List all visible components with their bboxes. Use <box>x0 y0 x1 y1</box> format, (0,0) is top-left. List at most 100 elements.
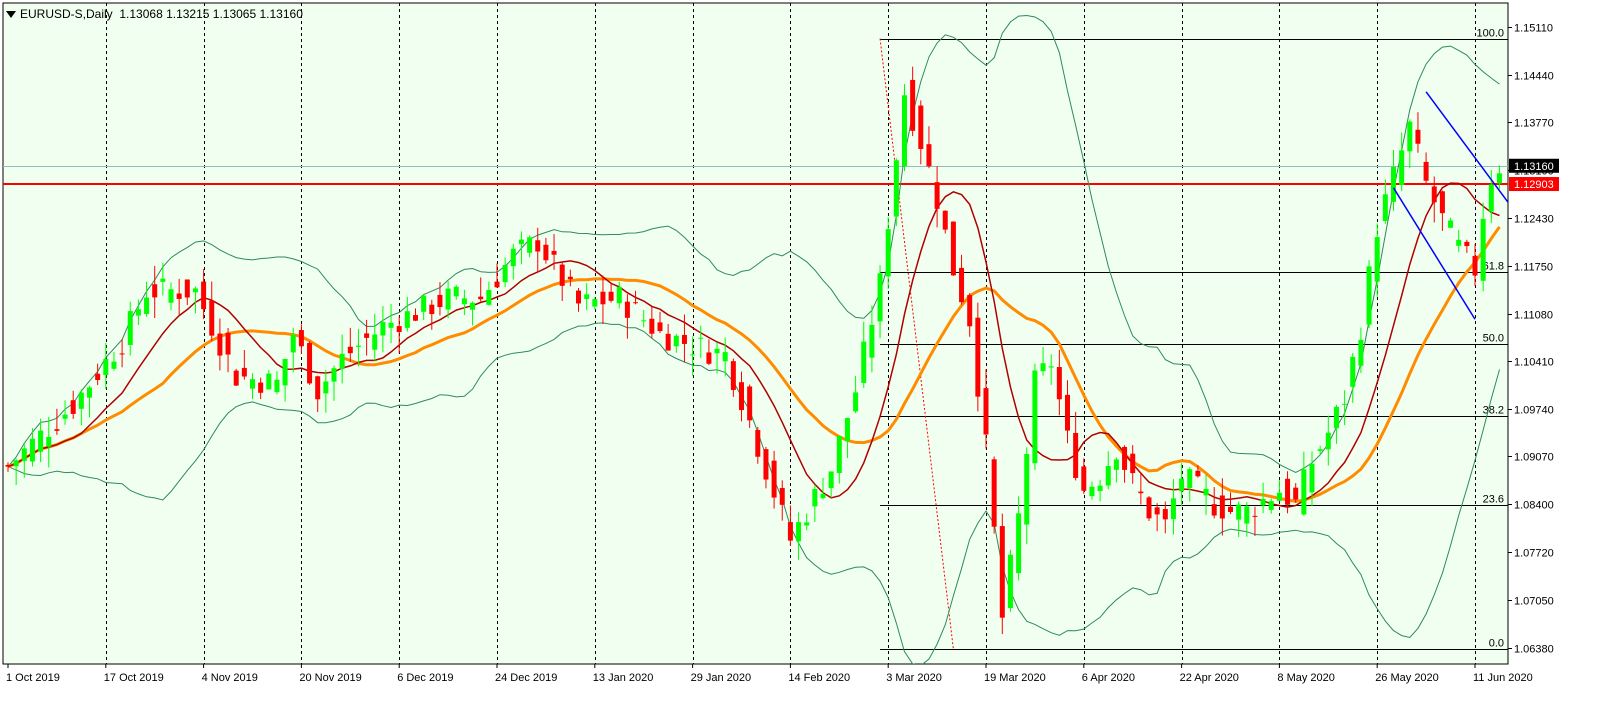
candle-body <box>763 449 769 480</box>
candle-body <box>486 290 492 305</box>
x-tick-label-12: 22 Apr 2020 <box>1180 672 1239 684</box>
candle-body <box>1431 186 1437 203</box>
candle-body <box>1252 515 1258 517</box>
candle-body <box>910 79 916 131</box>
candle-body <box>991 459 997 527</box>
candle-body <box>1333 406 1339 429</box>
last-price-tag: 1.13160 <box>1509 158 1559 173</box>
candle-body <box>429 304 435 315</box>
y-tick-label-1: 1.14440 <box>1514 71 1554 83</box>
candle-body <box>290 334 296 353</box>
candle-body <box>1219 495 1225 519</box>
candle-121 <box>991 456 997 534</box>
candle-28 <box>233 368 239 387</box>
candle-body <box>1113 459 1119 470</box>
candle-body <box>1203 488 1209 496</box>
candle-body <box>380 322 386 336</box>
candle-body <box>616 286 622 304</box>
candle-body <box>1081 466 1087 491</box>
candle-body <box>233 370 239 386</box>
candle-body <box>315 376 321 400</box>
candle-body <box>282 359 288 386</box>
candle-body <box>364 333 370 338</box>
candle-body <box>135 309 141 316</box>
candle-body <box>1350 356 1356 387</box>
candle-body <box>714 348 720 354</box>
candle-body <box>527 237 533 253</box>
candle-body <box>347 346 353 354</box>
candle-body <box>1480 218 1486 281</box>
candle-body <box>999 526 1005 618</box>
candle-body <box>445 288 451 310</box>
candle-body <box>983 388 989 435</box>
candle-body <box>844 418 850 442</box>
candle-body <box>755 430 761 457</box>
candle-body <box>608 291 614 301</box>
candle-body <box>1007 554 1013 609</box>
candle-body <box>739 382 744 411</box>
fib-label-23.6: 23.6 <box>1483 494 1504 506</box>
fib-label-50.0: 50.0 <box>1483 333 1504 345</box>
candle-body <box>54 429 60 431</box>
candle-body <box>543 244 549 261</box>
candle-116 <box>950 221 956 276</box>
price-chart[interactable]: 100.0 61.8 50.0 38.2 23.6 0.0 1.15110 1.14440 1.… <box>0 0 1606 707</box>
candle-body <box>567 276 573 280</box>
candle-body <box>70 400 76 414</box>
candle-body <box>1154 507 1160 515</box>
candle-body <box>192 288 198 293</box>
candle-body <box>258 382 264 393</box>
fib-label-61.8: 61.8 <box>1483 261 1504 273</box>
chart-window: 100.0 61.8 50.0 38.2 23.6 0.0 1.15110 1.14440 1.… <box>0 0 1606 707</box>
candle-body <box>698 337 704 339</box>
candle-body <box>62 414 68 419</box>
candle-body <box>413 315 418 321</box>
candle-body <box>584 294 590 300</box>
candle-119 <box>975 302 981 412</box>
candle-body <box>470 302 476 310</box>
candle-body <box>624 301 630 318</box>
x-tick-label-10: 19 Mar 2020 <box>984 672 1046 684</box>
candle-body <box>1195 470 1201 477</box>
candle-body <box>396 326 402 333</box>
x-tick-label-8: 14 Feb 2020 <box>788 672 850 684</box>
candle-body <box>453 286 459 297</box>
candle-body <box>1472 255 1478 276</box>
y-tick-label-7: 1.10410 <box>1514 357 1554 369</box>
candle-body <box>706 352 712 364</box>
candle-body <box>421 295 427 312</box>
candle-body <box>1040 363 1046 372</box>
candle-body <box>176 293 182 299</box>
candle-body <box>1260 498 1266 506</box>
candle-body <box>372 334 378 350</box>
candle-body <box>331 368 337 382</box>
menu-triangle-icon[interactable] <box>6 11 16 18</box>
candle-body <box>38 430 44 452</box>
candle-body <box>1407 121 1413 152</box>
x-tick-label-6: 13 Jan 2020 <box>593 672 654 684</box>
y-tick-label-11: 1.07720 <box>1514 548 1554 560</box>
candle-body <box>796 522 802 542</box>
candle-body <box>478 296 484 300</box>
candle-body <box>1276 492 1282 501</box>
candle-body <box>600 291 606 305</box>
y-tick-label-4: 1.12430 <box>1514 214 1554 226</box>
candle-body <box>111 361 117 369</box>
candle-body <box>298 330 304 347</box>
candle-body <box>494 281 500 288</box>
candle-body <box>967 295 973 327</box>
x-tick-label-14: 26 May 2020 <box>1375 672 1439 684</box>
y-tick-label-12: 1.07050 <box>1514 596 1554 608</box>
candle-body <box>804 522 810 526</box>
candle-body <box>1244 506 1250 524</box>
candle-body <box>551 250 557 255</box>
candle-body <box>1236 504 1242 520</box>
candle-body <box>266 373 272 390</box>
candle-body <box>168 289 174 303</box>
x-tick-label-1: 17 Oct 2019 <box>104 672 164 684</box>
candle-body <box>1358 339 1364 366</box>
candle-body <box>339 353 345 370</box>
candle-body <box>1366 266 1372 325</box>
candle-126 <box>1032 363 1038 470</box>
candle-body <box>576 290 581 304</box>
